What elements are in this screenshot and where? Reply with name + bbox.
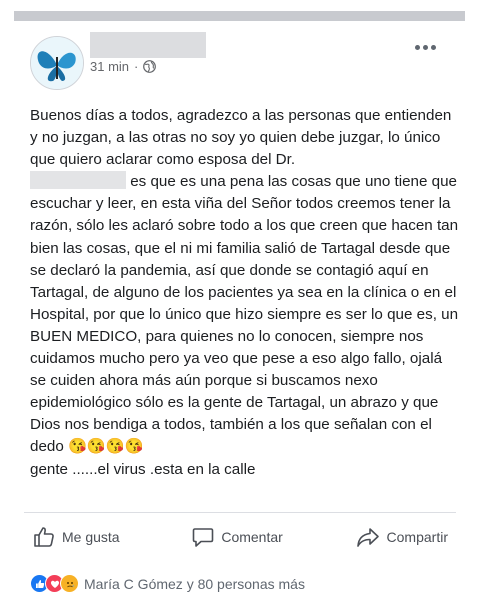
like-label: Me gusta <box>62 529 120 545</box>
doctor-name-redacted <box>30 171 126 190</box>
post-text-part1: Buenos días a todos, agradezco a las per… <box>30 107 452 169</box>
sad-icon <box>60 574 79 593</box>
author-name-redacted[interactable] <box>90 32 206 58</box>
post-time[interactable]: 31 min <box>90 59 129 74</box>
more-options-button[interactable] <box>415 37 443 51</box>
meta-separator: · <box>134 59 139 74</box>
post-text-part3: gente ......el virus .esta en la calle <box>30 460 256 478</box>
dot-icon <box>423 45 428 50</box>
comment-label: Comentar <box>221 529 283 545</box>
dot-icon <box>415 45 420 50</box>
post-actions: Me gusta Comentar Compartir <box>24 512 456 561</box>
post-card: 31 min · Buenos días a todos, agradezco … <box>14 21 465 615</box>
butterfly-icon <box>31 37 83 89</box>
reactions-summary[interactable]: María C Gómez y 80 personas más <box>30 574 305 593</box>
avatar[interactable] <box>30 36 84 90</box>
post-meta: 31 min · <box>90 59 157 74</box>
share-label: Compartir <box>386 529 448 545</box>
post-body: Buenos días a todos, agradezco a las per… <box>30 105 460 481</box>
post-text-part2: es que es una pena las cosas que uno tie… <box>30 173 459 456</box>
top-divider-bar <box>14 11 465 21</box>
share-icon <box>356 528 379 547</box>
share-button[interactable]: Compartir <box>347 525 456 549</box>
globe-icon <box>143 60 157 73</box>
kiss-emojis: 😘😘😘😘 <box>68 438 144 456</box>
dot-icon <box>431 45 436 50</box>
comment-button[interactable]: Comentar <box>183 525 290 549</box>
thumbs-up-icon <box>34 527 54 547</box>
reactions-summary-text[interactable]: María C Gómez y 80 personas más <box>84 576 305 592</box>
like-button[interactable]: Me gusta <box>24 525 128 549</box>
comment-icon <box>193 528 214 547</box>
